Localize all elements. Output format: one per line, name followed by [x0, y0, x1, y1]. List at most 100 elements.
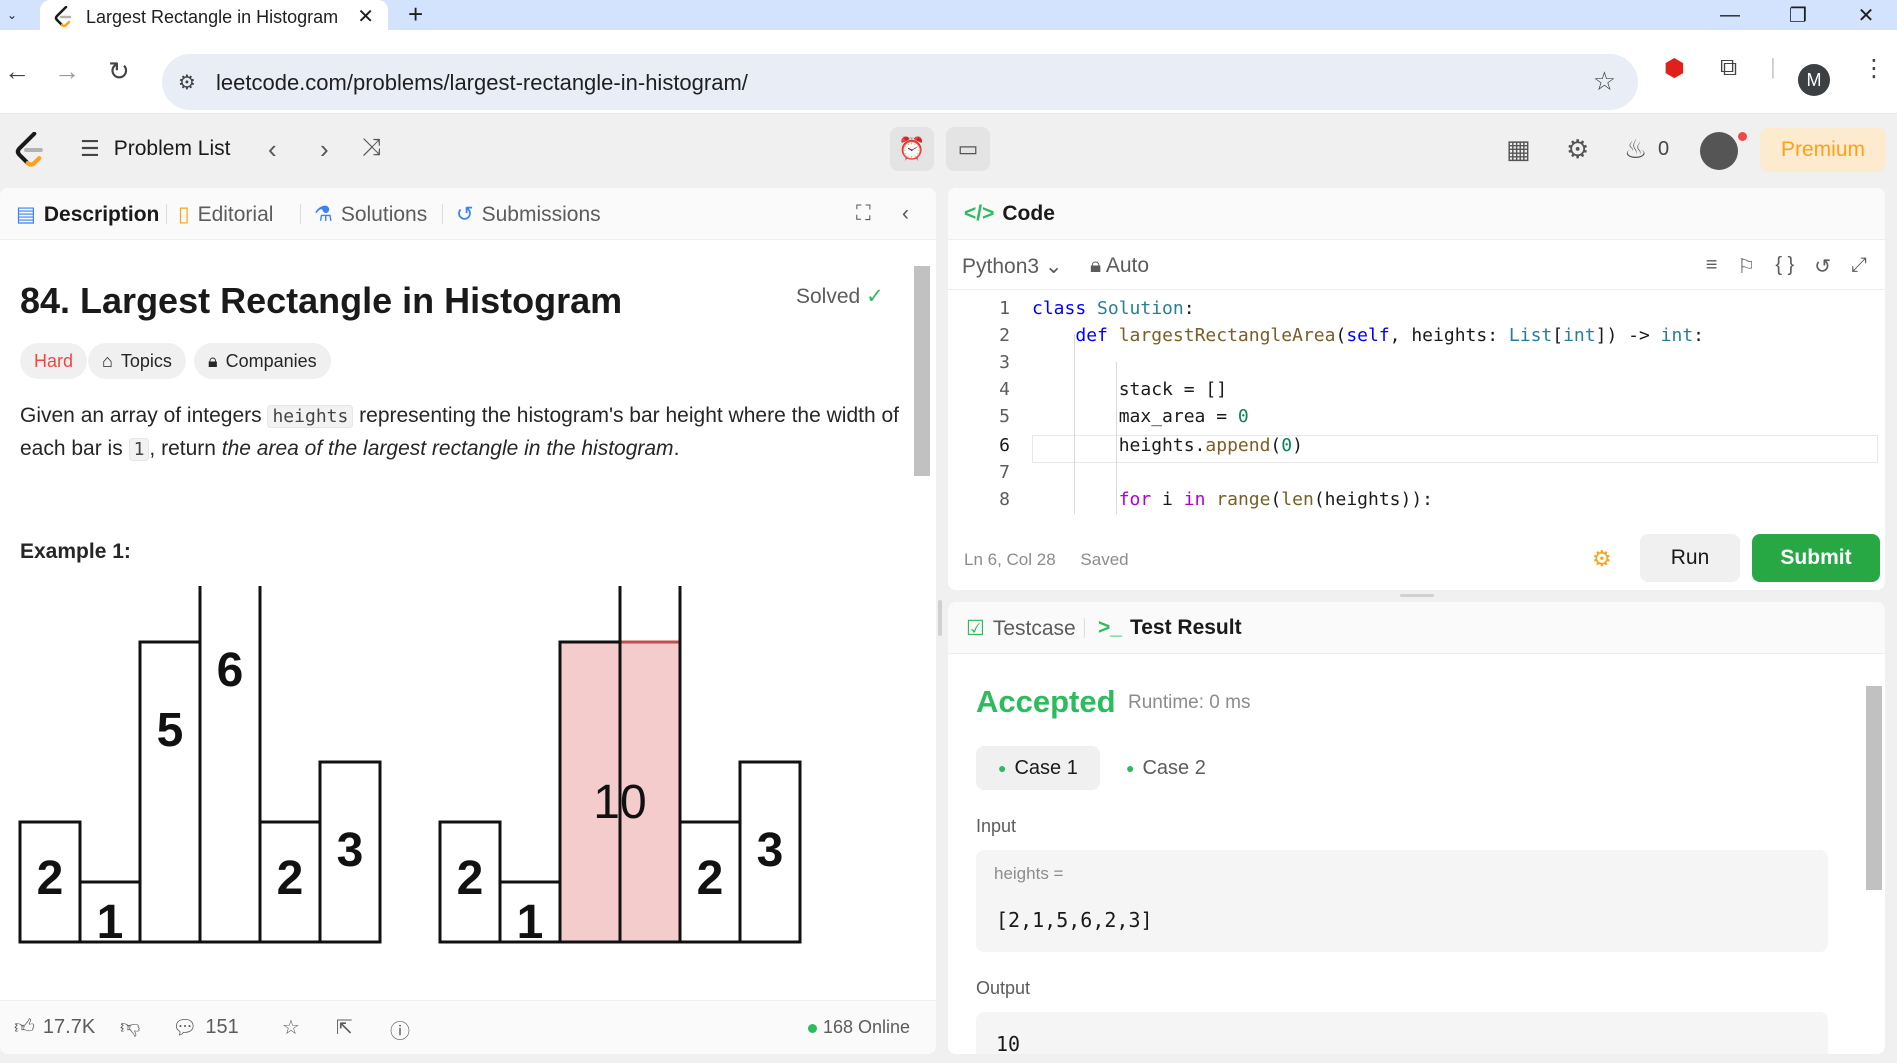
streak-flame-icon[interactable]: ♨ — [1624, 134, 1647, 165]
tab-close-icon[interactable]: ✕ — [357, 4, 374, 29]
online-count: 168 Online — [823, 1017, 911, 1037]
runtime-text: Runtime: 0 ms — [1128, 692, 1251, 713]
inline-code: 1 — [128, 438, 150, 461]
description-footer: 👍︎ 17.7K 👎︎ 💬︎ 151 ☆ ⇱ ⓘ 168 Online — [0, 1000, 936, 1054]
list-icon: ☰ — [80, 136, 100, 161]
comments-button[interactable]: 💬︎ 151 — [172, 1015, 239, 1040]
tab-code[interactable]: </> Code — [964, 202, 1055, 226]
reload-icon[interactable]: ↻ — [108, 56, 130, 87]
user-avatar[interactable] — [1700, 132, 1738, 170]
bar-label: 1 — [517, 896, 544, 946]
problem-list-button[interactable]: ☰ Problem List — [80, 136, 230, 162]
language-select[interactable]: Python3 ⌄ — [962, 254, 1063, 279]
layout-grid-icon[interactable]: ▦ — [1506, 134, 1531, 165]
url-text[interactable]: leetcode.com/problems/largest-rectangle-… — [216, 70, 748, 96]
topics-button[interactable]: ⌂ Topics — [88, 343, 186, 379]
reset-icon[interactable]: ↺ — [1814, 254, 1831, 279]
code-line: 6 heights.append(0) — [948, 435, 1885, 462]
leetcode-logo-icon[interactable] — [14, 132, 48, 168]
code-line: 4 stack = [] — [948, 379, 1885, 406]
submit-button[interactable]: Submit — [1752, 534, 1880, 582]
comment-icon: 💬︎ — [172, 1017, 198, 1039]
premium-button[interactable]: Premium — [1760, 128, 1886, 172]
profile-avatar[interactable]: M — [1798, 64, 1830, 96]
case-2-tab[interactable]: ● Case 2 — [1104, 746, 1228, 790]
share-button[interactable]: ⇱ — [336, 1015, 353, 1040]
auto-mode-toggle[interactable]: 🔒︎ Auto — [1090, 254, 1149, 278]
panel-resize-handle[interactable] — [938, 600, 942, 636]
bar-label: 2 — [697, 852, 724, 905]
close-window-icon[interactable]: ✕ — [1836, 0, 1896, 30]
browser-menu-icon[interactable]: ⋮ — [1862, 54, 1886, 83]
tab-submissions[interactable]: ↺ Submissions — [456, 202, 601, 227]
site-info-icon[interactable]: ⚙ — [178, 70, 196, 95]
desc-text: . — [673, 437, 680, 460]
chevron-down-icon: ⌄ — [1044, 255, 1063, 278]
favorite-button[interactable]: ☆ — [282, 1015, 300, 1040]
restore-icon[interactable]: ❐ — [1768, 0, 1828, 30]
description-icon: ▤ — [16, 203, 36, 226]
forward-icon[interactable]: → — [54, 56, 80, 87]
bar-label: 2 — [457, 852, 484, 905]
minimize-icon[interactable]: — — [1700, 0, 1760, 30]
highlight-label: 10 — [593, 776, 646, 829]
editor-toolbar: Python3 ⌄ 🔒︎ Auto ≡ ⚐ { } ↺ ⤢ — [948, 240, 1885, 290]
collapse-panel-icon[interactable]: ‹ — [902, 202, 909, 226]
settings-gear-icon[interactable]: ⚙ — [1566, 134, 1589, 165]
bookmark-icon[interactable]: ⚐ — [1737, 254, 1755, 279]
dislike-button[interactable]: 👎︎ — [120, 1015, 140, 1039]
case-2-label: Case 2 — [1142, 756, 1206, 779]
tab-solutions-label: Solutions — [340, 202, 428, 226]
tab-search-chevron-icon[interactable]: ⌄ — [0, 4, 24, 26]
like-count: 17.7K — [42, 1015, 96, 1038]
code-text: class Solution: — [1032, 298, 1195, 319]
problem-description: Given an array of integers heights repre… — [20, 400, 900, 466]
case-1-tab[interactable]: ● Case 1 — [976, 746, 1100, 790]
extensions-icon[interactable]: ⧉ — [1720, 54, 1737, 82]
adblock-extension-icon[interactable]: ⬢ — [1664, 54, 1685, 83]
example-heading: Example 1: — [20, 540, 131, 563]
line-number: 8 — [999, 489, 1010, 510]
tab-description[interactable]: ▤ Description — [16, 202, 159, 227]
timer-button[interactable]: ⏰ — [890, 127, 934, 171]
vertical-resize-handle[interactable] — [1400, 594, 1434, 597]
tab-testcase[interactable]: ☑ Testcase — [966, 616, 1076, 641]
test-scroll-thumb[interactable] — [1866, 686, 1882, 890]
bar-label: 6 — [217, 644, 244, 697]
notes-button[interactable]: ▭ — [946, 127, 990, 171]
shuffle-icon[interactable]: ⤨ — [362, 134, 381, 162]
braces-icon[interactable]: { } — [1775, 254, 1794, 279]
tab-code-label: Code — [1002, 202, 1055, 225]
like-button[interactable]: 👍︎ 17.7K — [14, 1015, 95, 1039]
expand-icon[interactable]: ⤢ — [1851, 254, 1867, 279]
tab-editorial[interactable]: ▯ Editorial — [178, 202, 273, 227]
browser-toolbar: ← → ↻ ⚙ leetcode.com/problems/largest-re… — [0, 30, 1897, 114]
line-number: 3 — [999, 352, 1010, 373]
fullscreen-icon[interactable]: ⛶ — [856, 202, 871, 226]
format-icon[interactable]: ≡ — [1706, 254, 1718, 279]
help-button[interactable]: ⓘ — [390, 1015, 410, 1044]
next-problem-icon[interactable]: › — [320, 134, 329, 165]
description-scroll-thumb[interactable] — [914, 266, 930, 476]
companies-label: Companies — [225, 350, 317, 371]
tab-test-result[interactable]: >_ Test Result — [1098, 616, 1242, 640]
code-text: def largestRectangleArea(self, heights: … — [1075, 325, 1704, 346]
code-editor[interactable]: 1 class Solution: 2 def largestRectangle… — [948, 298, 1885, 514]
output-label: Output — [976, 978, 1031, 998]
new-tab-icon[interactable]: + — [408, 0, 423, 28]
debugger-icon[interactable]: ⚙ — [1592, 546, 1612, 572]
address-bar[interactable]: ⚙ leetcode.com/problems/largest-rectangl… — [162, 54, 1638, 110]
description-content: 84. Largest Rectangle in Histogram Solve… — [0, 240, 912, 1000]
tab-solutions[interactable]: ⚗ Solutions — [314, 202, 427, 227]
bookmark-star-icon[interactable]: ☆ — [1593, 66, 1616, 97]
prev-problem-icon[interactable]: ‹ — [268, 134, 277, 165]
browser-tab[interactable]: Largest Rectangle in Histogram ✕ — [40, 0, 388, 34]
lock-icon: 🔒︎ — [1090, 254, 1102, 277]
back-icon[interactable]: ← — [4, 56, 30, 87]
input-value: [2,1,5,6,2,3] — [996, 908, 1153, 932]
result-status: Accepted — [976, 684, 1116, 719]
companies-button[interactable]: 🔒︎ Companies — [194, 343, 331, 379]
pass-dot-icon: ● — [998, 760, 1007, 776]
run-button[interactable]: Run — [1640, 534, 1740, 582]
output-box: 10 — [976, 1012, 1828, 1054]
